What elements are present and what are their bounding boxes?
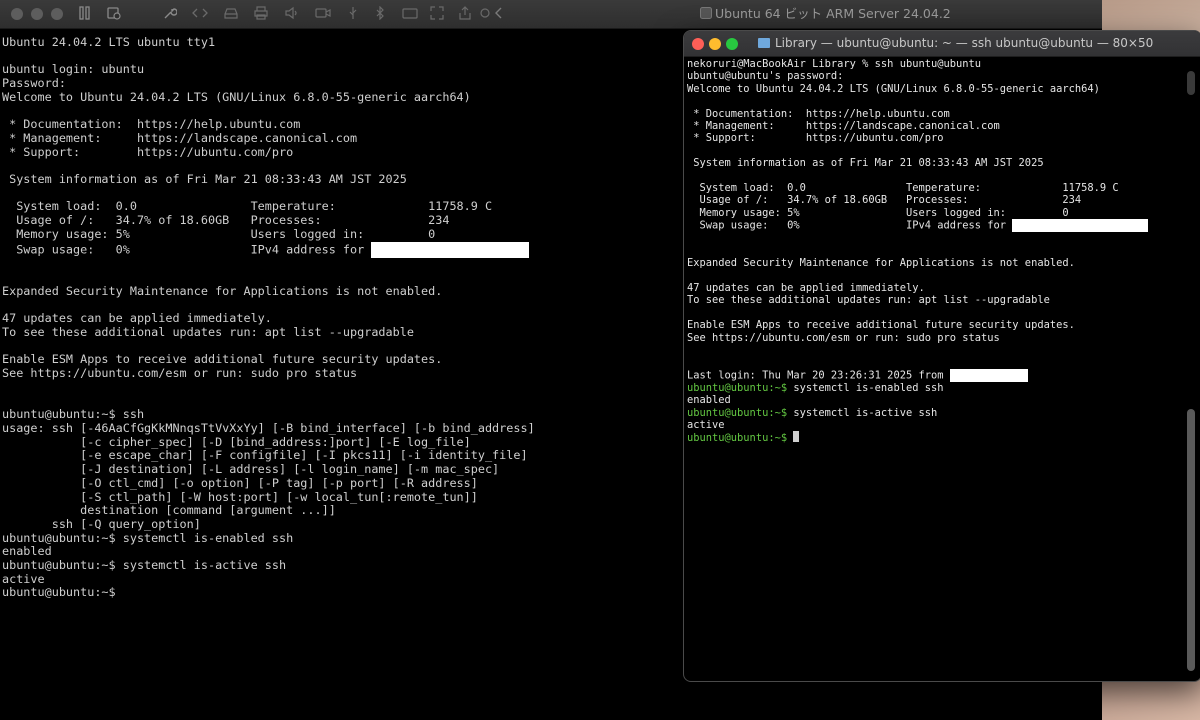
terminal-title-text: Library — ubuntu@ubuntu: ~ — ssh ubuntu@… bbox=[775, 36, 1154, 50]
console-line: To see these additional updates run: apt… bbox=[2, 325, 414, 340]
console-line: destination [command [argument ...]] bbox=[2, 503, 336, 518]
pause-icon[interactable] bbox=[79, 6, 91, 22]
console-line: Ubuntu 24.04.2 LTS ubuntu tty1 bbox=[2, 35, 216, 49]
shell-prompt: ubuntu@ubuntu:~$ bbox=[687, 381, 788, 394]
terminal-line: * Management: https://landscape.canonica… bbox=[687, 120, 1000, 133]
printer-icon[interactable] bbox=[254, 6, 268, 22]
fullscreen-icon[interactable] bbox=[430, 6, 444, 22]
console-line: Enable ESM Apps to receive additional fu… bbox=[2, 352, 443, 367]
console-line: ubuntu login: ubuntu bbox=[2, 62, 145, 77]
redacted-host-box bbox=[949, 368, 1028, 382]
shell-command: systemctl is-enabled ssh bbox=[787, 381, 944, 394]
console-line: Swap usage: 0% IPv4 address for bbox=[2, 242, 372, 257]
terminal-window[interactable]: Library — ubuntu@ubuntu: ~ — ssh ubuntu@… bbox=[683, 30, 1200, 682]
console-line: usage: ssh [-46AaCfGgKkMNnqsTtVvXxYy] [-… bbox=[2, 420, 535, 435]
vm-minimize-button[interactable] bbox=[31, 8, 43, 20]
terminal-close-button[interactable] bbox=[692, 38, 704, 50]
bluetooth-icon[interactable] bbox=[374, 5, 386, 22]
console-line: [-O ctl_cmd] [-o option] [-P tag] [-p po… bbox=[2, 475, 478, 490]
terminal-zoom-button[interactable] bbox=[726, 38, 738, 50]
terminal-output[interactable]: nekoruri@MacBookAir Library % ssh ubuntu… bbox=[687, 58, 1182, 678]
console-line: Usage of /: 34.7% of 18.60GB Processes: … bbox=[2, 213, 450, 228]
console-line: ubuntu@ubuntu:~$ ssh bbox=[2, 407, 145, 422]
redacted-ip-box bbox=[1012, 219, 1149, 233]
terminal-line: Enable ESM Apps to receive additional fu… bbox=[687, 319, 1075, 332]
console-line: ubuntu@ubuntu:~$ systemctl is-enabled ss… bbox=[2, 530, 294, 545]
console-line: Expanded Security Maintenance for Applic… bbox=[2, 283, 443, 298]
console-line: ubuntu@ubuntu:~$ bbox=[2, 585, 116, 600]
wrench-icon[interactable] bbox=[163, 6, 178, 22]
terminal-line: System information as of Fri Mar 21 08:3… bbox=[687, 157, 1044, 170]
command-output: enabled bbox=[687, 394, 731, 407]
terminal-line: Usage of /: 34.7% of 18.60GB Processes: … bbox=[687, 194, 1082, 207]
snapshot-icon[interactable] bbox=[107, 6, 121, 22]
vm-icon bbox=[700, 7, 712, 19]
terminal-line: 47 updates can be applied immediately. bbox=[687, 281, 925, 294]
camera-icon[interactable] bbox=[315, 6, 331, 22]
terminal-line: System load: 0.0 Temperature: 11758.9 C bbox=[687, 182, 1119, 195]
terminal-line: Swap usage: 0% IPv4 address for bbox=[687, 219, 1013, 232]
terminal-line: ubuntu@ubuntu's password: bbox=[687, 70, 844, 83]
console-line: See https://ubuntu.com/esm or run: sudo … bbox=[2, 366, 358, 381]
terminal-line: * Documentation: https://help.ubuntu.com bbox=[687, 107, 950, 120]
share-icon[interactable] bbox=[458, 6, 472, 22]
terminal-line: Welcome to Ubuntu 24.04.2 LTS (GNU/Linux… bbox=[687, 82, 1100, 95]
terminal-scrollbar[interactable] bbox=[1187, 71, 1195, 671]
console-line: 47 updates can be applied immediately. bbox=[2, 311, 272, 326]
terminal-line: Expanded Security Maintenance for Applic… bbox=[687, 257, 1075, 270]
console-line: * Management: https://landscape.canonica… bbox=[2, 130, 358, 145]
vm-window-title: Ubuntu 64 ビット ARM Server 24.04.2 bbox=[700, 6, 951, 22]
chevron-left-icon[interactable] bbox=[494, 6, 504, 22]
terminal-line: nekoruri@MacBookAir Library % ssh ubuntu… bbox=[687, 58, 982, 70]
keyboard-icon[interactable] bbox=[402, 6, 418, 22]
console-line: enabled bbox=[2, 544, 52, 559]
vm-console[interactable]: Ubuntu 24.04.2 LTS ubuntu tty1 ubuntu lo… bbox=[2, 35, 602, 706]
shell-prompt: ubuntu@ubuntu:~$ bbox=[687, 406, 788, 419]
vm-zoom-button[interactable] bbox=[51, 8, 63, 20]
console-line: [-J destination] [-L address] [-l login_… bbox=[2, 462, 500, 477]
console-line: System load: 0.0 Temperature: 11758.9 C bbox=[2, 199, 493, 214]
vm-close-button[interactable] bbox=[11, 8, 23, 20]
terminal-titlebar[interactable]: Library — ubuntu@ubuntu: ~ — ssh ubuntu@… bbox=[684, 31, 1200, 57]
usb-icon[interactable] bbox=[346, 6, 360, 22]
terminal-minimize-button[interactable] bbox=[709, 38, 721, 50]
redacted-ip-box bbox=[371, 241, 530, 258]
console-line: System information as of Fri Mar 21 08:3… bbox=[2, 172, 407, 187]
console-line: [-c cipher_spec] [-D [bind_address:]port… bbox=[2, 434, 471, 449]
terminal-line: Memory usage: 5% Users logged in: 0 bbox=[687, 206, 1069, 219]
terminal-line: See https://ubuntu.com/esm or run: sudo … bbox=[687, 331, 1000, 344]
console-line: ssh [-Q query_option] bbox=[2, 516, 201, 531]
console-line: Password: bbox=[2, 76, 66, 91]
shell-command: systemctl is-active ssh bbox=[787, 406, 938, 419]
terminal-line: Last login: Thu Mar 20 23:26:31 2025 fro… bbox=[687, 369, 950, 382]
hard-disk-icon[interactable] bbox=[224, 6, 238, 22]
terminal-title: Library — ubuntu@ubuntu: ~ — ssh ubuntu@… bbox=[758, 36, 1153, 51]
terminal-line: To see these additional updates run: apt… bbox=[687, 294, 1050, 307]
folder-icon bbox=[758, 38, 770, 48]
vm-titlebar[interactable]: Ubuntu 64 ビット ARM Server 24.04.2 bbox=[0, 0, 1102, 29]
console-line: ubuntu@ubuntu:~$ systemctl is-active ssh bbox=[2, 558, 287, 573]
settings-icon[interactable] bbox=[478, 6, 492, 22]
command-output: active bbox=[687, 418, 725, 431]
console-line: * Documentation: https://help.ubuntu.com bbox=[2, 117, 301, 132]
console-line: active bbox=[2, 571, 45, 586]
console-line: [-e escape_char] [-F configfile] [-I pkc… bbox=[2, 448, 528, 463]
console-line: Welcome to Ubuntu 24.04.2 LTS (GNU/Linux… bbox=[2, 89, 471, 104]
shell-prompt: ubuntu@ubuntu:~$ bbox=[687, 432, 788, 445]
vm-title-text: Ubuntu 64 ビット ARM Server 24.04.2 bbox=[715, 6, 951, 21]
terminal-line: * Support: https://ubuntu.com/pro bbox=[687, 132, 944, 145]
code-brackets-icon[interactable] bbox=[192, 6, 208, 22]
speaker-icon[interactable] bbox=[285, 6, 299, 22]
text-cursor bbox=[793, 431, 800, 443]
terminal-scrollbar-top bbox=[1187, 71, 1195, 95]
console-line: Memory usage: 5% Users logged in: 0 bbox=[2, 226, 436, 241]
terminal-scrollbar-thumb[interactable] bbox=[1187, 409, 1195, 671]
console-line: * Support: https://ubuntu.com/pro bbox=[2, 144, 294, 159]
console-line: [-S ctl_path] [-W host:port] [-w local_t… bbox=[2, 489, 478, 504]
